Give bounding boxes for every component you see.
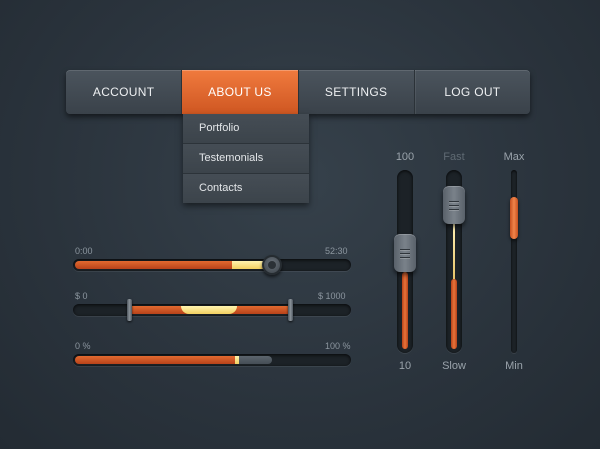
about-us-dropdown: Portfolio Testemonials Contacts bbox=[183, 114, 309, 203]
price-range-high-handle[interactable] bbox=[288, 299, 294, 321]
range-top-label: Max bbox=[503, 151, 525, 163]
speed-top-label: Fast bbox=[443, 151, 465, 163]
dropdown-item-testimonials[interactable]: Testemonials bbox=[183, 144, 309, 174]
dropdown-item-portfolio[interactable]: Portfolio bbox=[183, 114, 309, 144]
speed-slider-knob[interactable] bbox=[443, 185, 465, 224]
time-max-label: 52:30 bbox=[325, 246, 348, 256]
time-slider-knob[interactable] bbox=[262, 255, 283, 275]
progress-bar-fill bbox=[75, 356, 240, 364]
range-slider-track[interactable] bbox=[510, 170, 518, 353]
range-bottom-label: Min bbox=[505, 360, 523, 372]
nav-item-log-out[interactable]: LOG OUT bbox=[415, 70, 530, 114]
speed-slider-track[interactable] bbox=[443, 170, 465, 353]
volume-top-label: 100 bbox=[395, 151, 415, 163]
price-max-label: $ 1000 bbox=[318, 291, 346, 301]
volume-slider-knob[interactable] bbox=[394, 233, 416, 272]
speed-slider-fill bbox=[451, 278, 457, 349]
nav-item-account[interactable]: ACCOUNT bbox=[66, 70, 183, 114]
speed-slider-highlight bbox=[453, 223, 455, 279]
progress-bar-buffer bbox=[239, 356, 273, 364]
time-slider-track[interactable] bbox=[73, 255, 351, 275]
speed-bottom-label: Slow bbox=[442, 360, 466, 372]
volume-slider-track[interactable] bbox=[394, 170, 416, 353]
progress-max-label: 100 % bbox=[325, 341, 351, 351]
progress-min-label: 0 % bbox=[75, 341, 91, 351]
nav-item-about-us[interactable]: ABOUT US bbox=[182, 70, 299, 114]
range-slider-knob[interactable] bbox=[510, 196, 518, 239]
dropdown-item-contacts[interactable]: Contacts bbox=[183, 174, 309, 203]
volume-slider-fill bbox=[402, 271, 408, 349]
volume-bottom-label: 10 bbox=[398, 360, 412, 372]
time-min-label: 0:00 bbox=[75, 246, 93, 256]
price-range-highlight bbox=[180, 306, 237, 314]
price-min-label: $ 0 bbox=[75, 291, 88, 301]
price-range-track[interactable] bbox=[73, 299, 351, 321]
main-nav: ACCOUNT ABOUT US SETTINGS LOG OUT bbox=[66, 70, 530, 114]
nav-item-settings[interactable]: SETTINGS bbox=[299, 70, 415, 114]
progress-bar-track bbox=[73, 354, 351, 366]
price-range-low-handle[interactable] bbox=[126, 299, 132, 321]
